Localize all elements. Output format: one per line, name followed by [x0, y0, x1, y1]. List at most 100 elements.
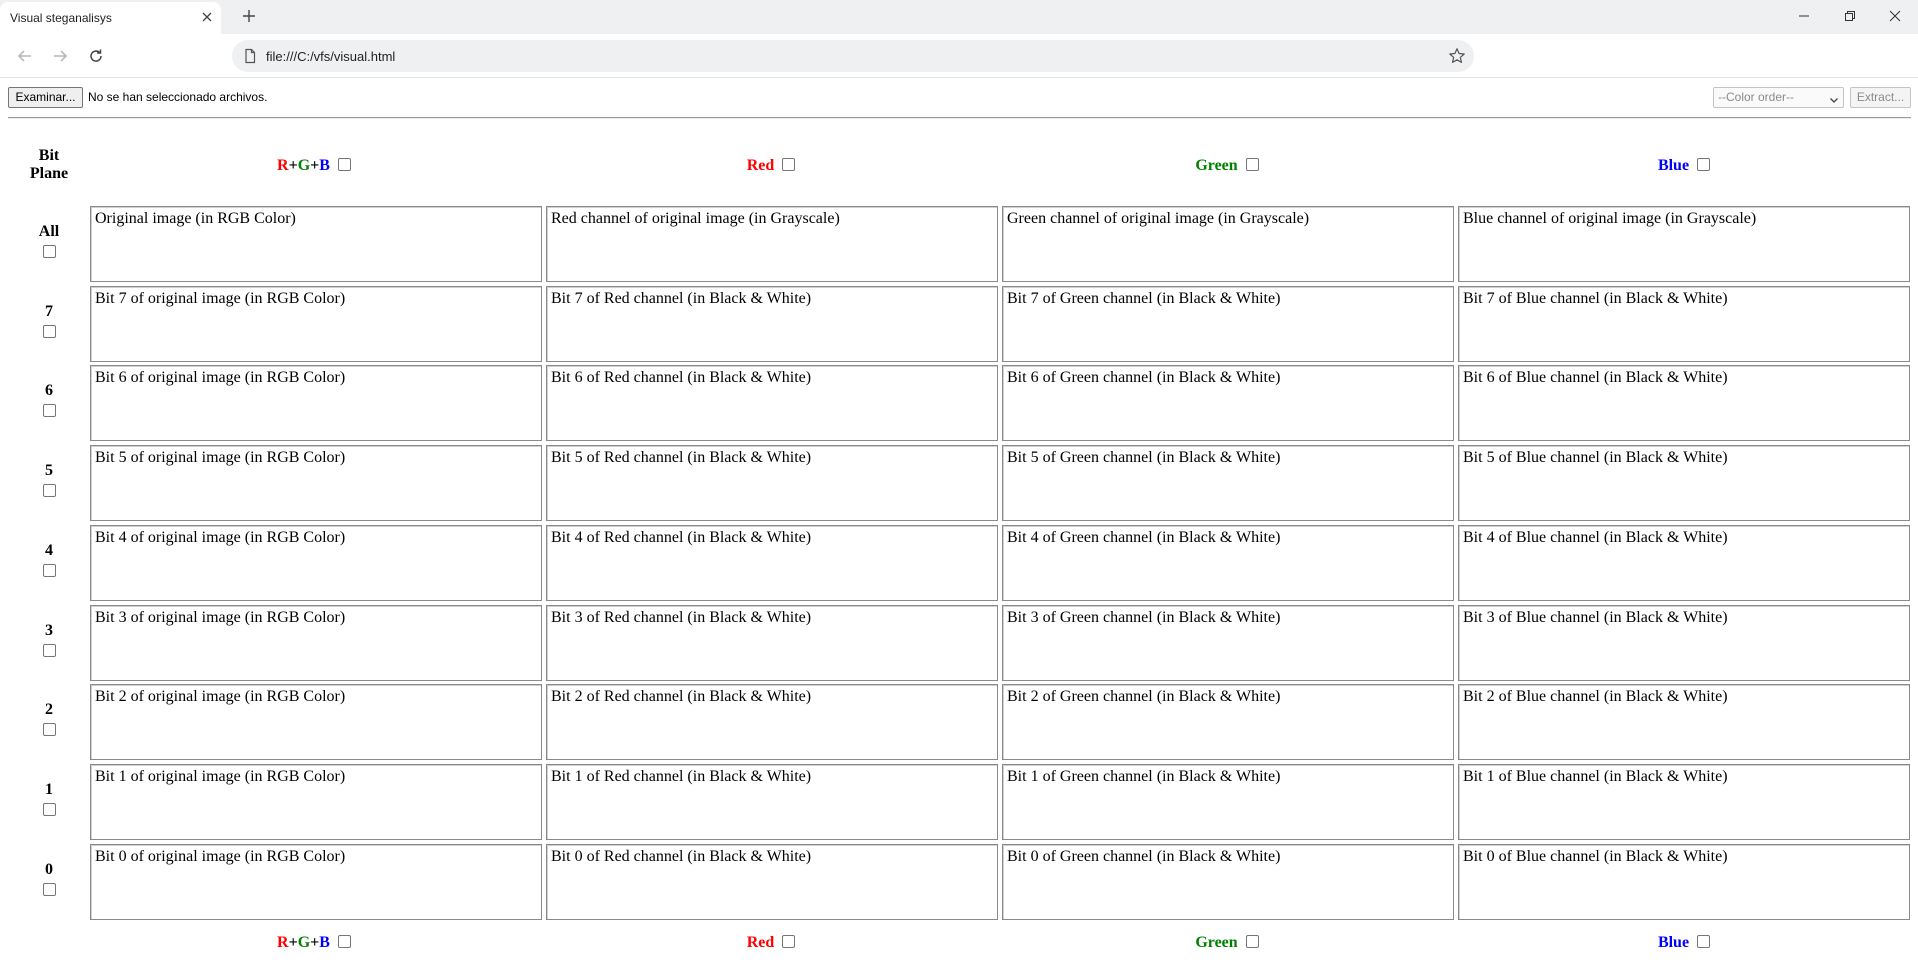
rgb-b: B: [319, 157, 330, 174]
image-cell-blue[interactable]: Bit 7 of Blue channel (in Black & White): [1458, 286, 1910, 362]
image-cell-red[interactable]: Bit 6 of Red channel (in Black & White): [546, 365, 998, 441]
rgb-plus: +: [310, 157, 320, 174]
image-cell-original[interactable]: Bit 1 of original image (in RGB Color): [90, 764, 542, 840]
restore-icon[interactable]: [1827, 0, 1873, 32]
row-checkbox[interactable]: [42, 404, 56, 417]
row-checkbox[interactable]: [42, 325, 56, 338]
image-cell-original[interactable]: Bit 2 of original image (in RGB Color): [90, 684, 542, 760]
tab-strip: Visual steganalisys: [0, 0, 1918, 34]
image-cell-original[interactable]: Original image (in RGB Color): [90, 206, 542, 282]
image-cell-green[interactable]: Bit 2 of Green channel (in Black & White…: [1002, 684, 1454, 760]
bit-plane-header: Bit Plane: [18, 147, 80, 183]
row-checkbox[interactable]: [42, 644, 56, 657]
image-cell-original[interactable]: Bit 0 of original image (in RGB Color): [90, 844, 542, 920]
file-icon: [242, 48, 258, 64]
back-icon[interactable]: [13, 44, 37, 68]
extract-button[interactable]: Extract...: [1850, 87, 1911, 108]
image-cell-red[interactable]: Bit 5 of Red channel (in Black & White): [546, 445, 998, 521]
forward-icon[interactable]: [48, 44, 72, 68]
reload-icon[interactable]: [84, 44, 108, 68]
image-cell-blue[interactable]: Bit 5 of Blue channel (in Black & White): [1458, 445, 1910, 521]
image-cell-green[interactable]: Bit 0 of Green channel (in Black & White…: [1002, 844, 1454, 920]
row-header: 4: [18, 542, 80, 577]
red-column-checkbox[interactable]: [782, 157, 796, 171]
close-icon[interactable]: [198, 8, 216, 26]
image-cell-red[interactable]: Red channel of original image (in Graysc…: [546, 206, 998, 282]
image-cell-green[interactable]: Bit 7 of Green channel (in Black & White…: [1002, 286, 1454, 362]
rgb-column-checkbox-bottom[interactable]: [337, 934, 351, 948]
image-cell-original[interactable]: Bit 7 of original image (in RGB Color): [90, 286, 542, 362]
row-checkbox[interactable]: [42, 564, 56, 577]
tab-title: Visual steganalisys: [10, 11, 112, 25]
blue-column-label: Blue: [1657, 157, 1690, 174]
row-header: 6: [18, 382, 80, 417]
window-close-icon[interactable]: [1872, 0, 1918, 32]
image-cell-blue[interactable]: Blue channel of original image (in Grays…: [1458, 206, 1910, 282]
red-column-label: Red: [746, 934, 775, 951]
chevron-down-icon: [1829, 92, 1839, 111]
new-tab-icon[interactable]: [237, 4, 261, 28]
row-checkbox[interactable]: [42, 245, 56, 258]
browser-tab[interactable]: Visual steganalisys: [0, 2, 221, 34]
row-label: 6: [45, 382, 53, 399]
image-cell-red[interactable]: Bit 3 of Red channel (in Black & White): [546, 605, 998, 681]
color-order-select[interactable]: --Color order--: [1713, 87, 1844, 108]
image-cell-green[interactable]: Bit 1 of Green channel (in Black & White…: [1002, 764, 1454, 840]
rgb-plus: +: [310, 934, 320, 951]
minimize-icon[interactable]: [1781, 0, 1827, 32]
image-cell-red[interactable]: Bit 1 of Red channel (in Black & White): [546, 764, 998, 840]
image-cell-blue[interactable]: Bit 4 of Blue channel (in Black & White): [1458, 525, 1910, 601]
blue-column-label: Blue: [1657, 934, 1690, 951]
image-cell-original[interactable]: Bit 6 of original image (in RGB Color): [90, 365, 542, 441]
image-cell-red[interactable]: Bit 2 of Red channel (in Black & White): [546, 684, 998, 760]
column-footer-rgb: R+G+B: [86, 933, 542, 953]
rgb-plus: +: [288, 934, 298, 951]
image-cell-green[interactable]: Bit 5 of Green channel (in Black & White…: [1002, 445, 1454, 521]
blue-column-checkbox-bottom[interactable]: [1697, 934, 1711, 948]
row-label: 7: [45, 303, 53, 320]
rgb-column-checkbox[interactable]: [337, 157, 351, 171]
image-cell-red[interactable]: Bit 7 of Red channel (in Black & White): [546, 286, 998, 362]
green-column-checkbox[interactable]: [1245, 157, 1259, 171]
image-cell-original[interactable]: Bit 3 of original image (in RGB Color): [90, 605, 542, 681]
column-header-blue: Blue: [1456, 156, 1912, 176]
image-cell-green[interactable]: Bit 6 of Green channel (in Black & White…: [1002, 365, 1454, 441]
red-column-checkbox-bottom[interactable]: [782, 934, 796, 948]
page-content: Examinar... No se han seleccionado archi…: [0, 79, 1918, 972]
image-cell-red[interactable]: Bit 4 of Red channel (in Black & White): [546, 525, 998, 601]
row-label: All: [38, 223, 60, 240]
address-bar[interactable]: file:///C:/vfs/visual.html: [232, 40, 1474, 72]
green-column-checkbox-bottom[interactable]: [1245, 934, 1259, 948]
image-cell-original[interactable]: Bit 5 of original image (in RGB Color): [90, 445, 542, 521]
row-header: 3: [18, 622, 80, 657]
red-column-label: Red: [746, 157, 775, 174]
rgb-g: G: [297, 157, 311, 174]
row-checkbox[interactable]: [42, 484, 56, 497]
image-cell-blue[interactable]: Bit 3 of Blue channel (in Black & White): [1458, 605, 1910, 681]
column-header-red: Red: [543, 156, 999, 176]
image-cell-red[interactable]: Bit 0 of Red channel (in Black & White): [546, 844, 998, 920]
row-checkbox[interactable]: [42, 803, 56, 816]
image-cell-green[interactable]: Bit 3 of Green channel (in Black & White…: [1002, 605, 1454, 681]
image-cell-green[interactable]: Bit 4 of Green channel (in Black & White…: [1002, 525, 1454, 601]
green-column-label: Green: [1195, 934, 1238, 951]
blue-column-checkbox[interactable]: [1697, 157, 1711, 171]
file-browse-button[interactable]: Examinar...: [8, 87, 83, 108]
column-footer-blue: Blue: [1456, 933, 1912, 953]
star-icon[interactable]: [1448, 47, 1466, 65]
row-checkbox[interactable]: [42, 883, 56, 896]
divider: [8, 117, 1911, 119]
browser-toolbar: file:///C:/vfs/visual.html: [0, 34, 1918, 78]
image-cell-blue[interactable]: Bit 1 of Blue channel (in Black & White): [1458, 764, 1910, 840]
row-checkbox[interactable]: [42, 723, 56, 736]
image-cell-original[interactable]: Bit 4 of original image (in RGB Color): [90, 525, 542, 601]
image-cell-blue[interactable]: Bit 6 of Blue channel (in Black & White): [1458, 365, 1910, 441]
row-label: 5: [45, 462, 53, 479]
image-cell-blue[interactable]: Bit 0 of Blue channel (in Black & White): [1458, 844, 1910, 920]
row-header: 0: [18, 861, 80, 896]
row-label: 0: [45, 861, 53, 878]
row-label: 3: [45, 622, 53, 639]
image-cell-blue[interactable]: Bit 2 of Blue channel (in Black & White): [1458, 684, 1910, 760]
image-cell-green[interactable]: Green channel of original image (in Gray…: [1002, 206, 1454, 282]
url-text[interactable]: file:///C:/vfs/visual.html: [266, 49, 395, 64]
